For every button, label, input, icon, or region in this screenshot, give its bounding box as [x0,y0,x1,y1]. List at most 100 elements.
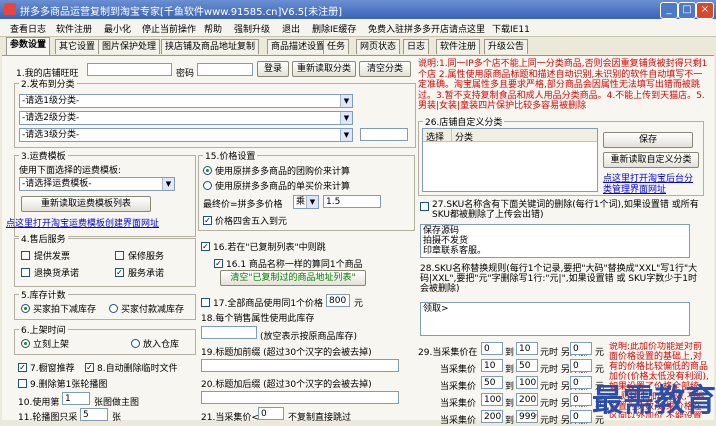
title-suffix-label: 20.标题加后缀 (超过30个汉字的会被去掉) [201,380,372,390]
maximize-button[interactable]: □ [678,2,696,19]
reload-custom-category-button[interactable]: 重新读取自定义分类 [603,152,699,168]
tab-bar: 参数设置 其它设置 图片保护处理 挟店铺及商品地址复制 商品描述设置 任务 网页… [0,37,716,55]
single-price-radio[interactable] [203,181,212,190]
tab-upgrade-notice[interactable]: 升级公告 [484,39,529,54]
chevron-down-icon: ▼ [340,112,352,124]
range3-max-input[interactable]: 100 [516,376,538,389]
close-button[interactable]: × [696,2,714,19]
shop-wangwang-input[interactable] [87,63,172,76]
menu-minimize[interactable]: 最小化 [104,22,131,35]
minimize-button[interactable]: _ [660,2,678,19]
title-suffix-input[interactable] [201,391,399,404]
carousel-count-input[interactable]: 5 [80,408,108,421]
range2-add-input[interactable]: 0 [570,359,592,372]
range5-add-input[interactable]: 0 [570,410,592,423]
menu-stop[interactable]: 停止当前操作 [142,22,196,35]
range5-min-input[interactable]: 200 [481,410,503,423]
shipping-template-link[interactable]: 点这里打开淘宝运费模板创建界面网址 [6,216,159,229]
password-input[interactable] [197,63,253,76]
skip-low-price-input[interactable]: 0 [258,407,284,420]
range4-min-input[interactable]: 100 [481,393,503,406]
warranty-checkbox[interactable] [115,251,124,260]
category-level3-select[interactable]: -请选3级分类- ▼ [19,128,353,142]
tab-description[interactable]: 商品描述设置 [267,39,330,54]
publish-category-group: 2.发布到分类 -请选1级分类- ▼ -请选2级分类- ▼ -请选3级分类- ▼ [14,77,416,148]
main-image-index-input[interactable]: 1 [62,392,90,405]
chevron-down-icon: ▼ [306,196,318,208]
category-level2-value: -请选2级分类- [22,113,80,123]
round-price-checkbox[interactable]: ✓ [203,216,212,225]
tab-task[interactable]: 任务 [323,39,350,54]
tab-web-status[interactable]: 网页状态 [356,39,401,54]
to-warehouse-radio[interactable] [131,339,140,348]
login-button[interactable]: 登录 [257,61,289,77]
menu-exit[interactable]: 退出 [282,22,300,35]
range5-max-input[interactable]: 9999 [516,410,538,423]
showcase-label: 7.橱窗推荐 [30,364,75,374]
same-price-input[interactable]: 800 [326,294,350,307]
stock-on-order-radio[interactable] [21,304,30,313]
menu-view-log[interactable]: 查看日志 [10,22,46,35]
menu-download-ie11[interactable]: 下载IE11 [492,22,530,35]
final-price-label: 最终价=拼多多价格 [203,200,283,210]
skip-copied-label: 16.若在"已复制列表"中则跳 [213,243,326,253]
menu-force-upgrade[interactable]: 强制升级 [234,22,270,35]
title-bar: 拼多多商品运营复制到淘宝专家[千鱼软件www.91585.cn]V6.5[未注册… [0,0,716,19]
delete-first-carousel-checkbox[interactable] [18,379,27,388]
sku-keyword-textarea[interactable]: 保存源码 拍摄不发货 印章联系客服。 [420,224,690,258]
clear-category-button[interactable]: 清空分类 [359,61,411,77]
skip-copied-checkbox[interactable]: ✓ [201,242,210,251]
title-prefix-input[interactable] [201,359,399,372]
tab-software-register[interactable]: 软件注册 [436,39,481,54]
return-checkbox[interactable] [21,268,30,277]
range4-add-input[interactable]: 0 [570,393,592,406]
same-price-checkbox[interactable] [201,298,210,307]
stock-on-pay-radio[interactable] [109,304,118,313]
category-id-input[interactable] [360,128,408,141]
range2-max-input[interactable]: 50 [516,359,538,372]
stock-per-attr-note: (放空表示按原商品库存) [260,332,358,342]
range1-add-input[interactable]: 0 [570,342,592,355]
clear-copied-list-button[interactable]: 清空"已复制过的商品地址列表" [220,270,366,286]
stock-per-attr-input[interactable] [201,326,257,339]
range1-min-input[interactable]: 0 [481,342,503,355]
range3-min-input[interactable]: 50 [481,376,503,389]
range1-max-input[interactable]: 10 [516,342,538,355]
reload-shipping-button[interactable]: 重新读取运费模板列表 [21,196,151,212]
service-label: 服务承诺 [128,269,165,279]
stock-count-group: 5.库存计数 买家拍下减库存 买家付款减库存 [14,288,196,320]
price-settings-group: 15.价格设置 使用原拼多多商品的团购价来计算 使用原拼多多商品的单买价来计算 … [198,149,415,231]
service-checkbox[interactable]: ✓ [115,268,124,277]
range3-label: 当采集价 [440,382,477,392]
custom-category-table[interactable]: 选择 分类 [422,128,598,192]
operator-select[interactable]: 乘 ▼ [293,195,319,209]
range3-to-label: 到 [505,382,515,392]
save-custom-category-button[interactable]: 保存 [603,132,693,148]
reload-category-button[interactable]: 重新读取分类 [292,61,356,77]
same-name-checkbox[interactable]: ✓ [214,259,223,268]
tab-image[interactable]: 图片保护处理 [98,39,161,54]
tab-other[interactable]: 其它设置 [55,39,100,54]
tab-params[interactable]: 参数设置 [6,37,51,55]
price-factor-input[interactable]: 1.5 [323,195,381,208]
list-now-radio[interactable] [21,339,30,348]
menu-register[interactable]: 软件注册 [56,22,92,35]
shipping-template-select[interactable]: -请选择运费模板- ▼ [19,177,175,191]
category-level1-select[interactable]: -请选1级分类- ▼ [19,94,353,108]
range3-add-input[interactable]: 0 [570,376,592,389]
custom-category-link-2[interactable]: 类管理界面网址 [603,182,666,195]
range2-min-input[interactable]: 10 [481,359,503,372]
showcase-checkbox[interactable]: ✓ [18,363,27,372]
category-level2-select[interactable]: -请选2级分类- ▼ [19,111,353,125]
menu-clear-ie-cache[interactable]: 删除IE缓存 [312,22,356,35]
invoice-checkbox[interactable] [21,251,30,260]
menu-help[interactable]: 帮助 [204,22,222,35]
tab-log[interactable]: 日志 [403,39,430,54]
menu-pdd-shop[interactable]: 免费入驻拼多多开店请点这里 [368,22,485,35]
group-price-radio[interactable] [203,166,212,175]
sku-replace-textarea[interactable]: 领取> [420,302,690,336]
auto-delete-temp-checkbox[interactable]: ✓ [85,363,94,372]
range4-max-input[interactable]: 200 [516,393,538,406]
tab-copy-address[interactable]: 挟店铺及商品地址复制 [161,39,260,54]
sku-keyword-delete-checkbox[interactable] [420,202,429,211]
